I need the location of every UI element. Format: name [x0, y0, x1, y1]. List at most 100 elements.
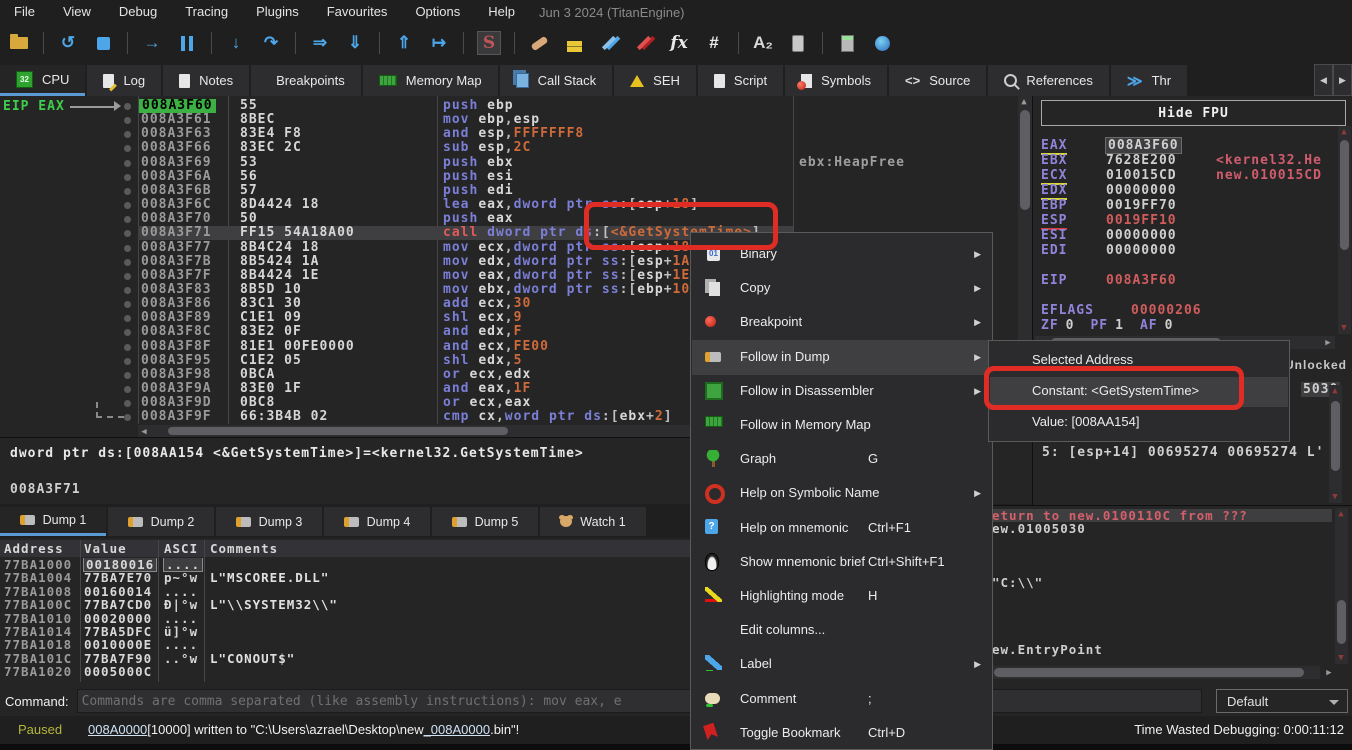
- disasm-row[interactable]: 008A3F6683EC 2Csub esp,2C: [0, 141, 1018, 155]
- disasm-row[interactable]: 008A3F618BECmov ebp,esp: [0, 113, 1018, 127]
- menu-item-follow-in-dump[interactable]: Follow in Dump▶: [692, 340, 991, 375]
- registers-panel[interactable]: Hide FPU EAX008A3F60EBX7628E200<kernel32…: [1032, 96, 1352, 353]
- tab-dump-1[interactable]: Dump 1: [0, 507, 106, 536]
- tab-symbols[interactable]: Symbols: [785, 65, 887, 96]
- menu-item-follow-in-disassembler[interactable]: Follow in Disassembler▶: [692, 374, 991, 409]
- register-value[interactable]: 00000206: [1131, 303, 1202, 318]
- breakpoint-dot[interactable]: [124, 259, 131, 266]
- tab-dump-4[interactable]: Dump 4: [324, 507, 430, 536]
- pencil-red-icon[interactable]: [633, 31, 655, 55]
- menu-options[interactable]: Options: [401, 0, 474, 24]
- register-row-ebp[interactable]: EBP0019FF70: [1033, 198, 1352, 213]
- disasm-row[interactable]: 008A3F6B57push edi: [0, 184, 1018, 198]
- open-file-icon[interactable]: [8, 31, 30, 55]
- stack-row[interactable]: [990, 616, 1332, 629]
- profile-dropdown[interactable]: Default: [1216, 689, 1348, 713]
- register-row-ecx[interactable]: ECX010015CDnew.010015CD: [1033, 168, 1352, 183]
- flag-value[interactable]: 0: [1165, 318, 1174, 333]
- menu-item-label[interactable]: Label▶: [692, 647, 991, 682]
- breakpoint-dot[interactable]: [124, 145, 131, 152]
- preferences-icon[interactable]: [563, 31, 585, 55]
- registers-vscrollbar[interactable]: ▲ ▼: [1338, 126, 1351, 334]
- register-value[interactable]: 0019FF10: [1106, 213, 1177, 228]
- breakpoint-dot[interactable]: [124, 131, 131, 138]
- breakpoint-dot[interactable]: [124, 358, 131, 365]
- tab-call-stack[interactable]: Call Stack: [500, 65, 613, 96]
- tab-watch-1[interactable]: Watch 1: [540, 507, 646, 536]
- register-row-eax[interactable]: EAX008A3F60: [1033, 138, 1352, 153]
- stack-row[interactable]: "C:\\": [990, 576, 1332, 589]
- disasm-row[interactable]: 008A3F6383E4 F8and esp,FFFFFFF8: [0, 127, 1018, 141]
- tab-thr[interactable]: ≫Thr: [1111, 65, 1187, 96]
- pencil-blue-icon[interactable]: [598, 31, 620, 55]
- menu-help[interactable]: Help: [474, 0, 529, 24]
- register-value[interactable]: 7628E200: [1106, 153, 1177, 168]
- address-link[interactable]: _008A0000: [424, 722, 491, 737]
- breakpoint-dot[interactable]: [124, 188, 131, 195]
- disasm-row[interactable]: 008A3F7050push eax: [0, 212, 1018, 226]
- menu-item-breakpoint[interactable]: Breakpoint▶: [692, 305, 991, 340]
- register-row-esp[interactable]: ESP0019FF10: [1033, 213, 1352, 228]
- tab-script[interactable]: Script: [698, 65, 783, 96]
- pause-icon[interactable]: [176, 31, 198, 55]
- register-value[interactable]: 008A3F60: [1106, 273, 1177, 288]
- stack-row[interactable]: [990, 589, 1332, 602]
- menu-file[interactable]: File: [0, 0, 49, 24]
- stack-row[interactable]: [990, 603, 1332, 616]
- register-value[interactable]: 00000000: [1106, 183, 1177, 198]
- breakpoint-dot[interactable]: [124, 400, 131, 407]
- disasm-row[interactable]: 008A3F6055push ebp: [0, 99, 1018, 113]
- address-link[interactable]: 008A0000: [88, 722, 147, 737]
- restart-icon[interactable]: ↺: [57, 31, 79, 55]
- step-out-icon[interactable]: ⇑: [393, 31, 415, 55]
- menu-item-edit-columns-[interactable]: Edit columns...: [692, 613, 991, 648]
- register-row-edi[interactable]: EDI00000000: [1033, 243, 1352, 258]
- register-value[interactable]: 008A3F60: [1106, 138, 1181, 153]
- run-to-cursor-icon[interactable]: ⇒: [309, 31, 331, 55]
- run-to-user-code-icon[interactable]: ↦: [428, 31, 450, 55]
- hide-fpu-button[interactable]: Hide FPU: [1041, 100, 1346, 126]
- register-row-eip[interactable]: EIP008A3F60: [1033, 273, 1352, 288]
- menu-plugins[interactable]: Plugins: [242, 0, 313, 24]
- breakpoint-dot[interactable]: [124, 230, 131, 237]
- menu-item-follow-in-memory-map[interactable]: Follow in Memory Map: [692, 408, 991, 443]
- stack-row[interactable]: eturn to new.0100110C from ???: [990, 509, 1332, 522]
- menu-item-highlighting-mode[interactable]: Highlighting modeH: [692, 579, 991, 614]
- stack-row[interactable]: ew.EntryPoint: [990, 643, 1332, 656]
- step-over-icon[interactable]: ↷: [260, 31, 282, 55]
- menu-debug[interactable]: Debug: [105, 0, 171, 24]
- breakpoint-dot[interactable]: [124, 160, 131, 167]
- menu-item-copy[interactable]: Copy▶: [692, 271, 991, 306]
- stack-hscrollbar[interactable]: ▶: [992, 666, 1320, 679]
- tab-memory-map[interactable]: Memory Map: [363, 65, 498, 96]
- register-value[interactable]: 010015CD: [1106, 168, 1177, 183]
- tab-cpu[interactable]: 32CPU: [0, 65, 85, 96]
- disasm-row[interactable]: 008A3F6C8D4424 18lea eax,dword ptr ss:[e…: [0, 198, 1018, 212]
- menu-view[interactable]: View: [49, 0, 105, 24]
- breakpoint-dot[interactable]: [124, 372, 131, 379]
- register-row-eflags[interactable]: EFLAGS00000206: [1033, 303, 1352, 318]
- breakpoint-dot[interactable]: [124, 245, 131, 252]
- menu-item-help-on-mnemonic[interactable]: ?Help on mnemonicCtrl+F1: [692, 511, 991, 546]
- tab-scroll-right-icon[interactable]: ▶: [1333, 64, 1352, 96]
- tab-dump-3[interactable]: Dump 3: [216, 507, 322, 536]
- assemble-fx-icon[interactable]: fx: [668, 31, 690, 55]
- stack-vscrollbar[interactable]: ▲ ▼: [1335, 508, 1348, 664]
- register-value[interactable]: 00000000: [1106, 228, 1177, 243]
- close-icon[interactable]: [92, 31, 114, 55]
- step-into-icon[interactable]: ↓: [225, 31, 247, 55]
- tab-scroll-left-icon[interactable]: ◀: [1314, 64, 1333, 96]
- breakpoint-dot[interactable]: [124, 202, 131, 209]
- modules-icon[interactable]: [787, 31, 809, 55]
- disasm-row[interactable]: 008A3F6A56push esi: [0, 170, 1018, 184]
- internet-icon[interactable]: [871, 31, 893, 55]
- calculator-icon[interactable]: [836, 31, 858, 55]
- breakpoint-dot[interactable]: [124, 329, 131, 336]
- tab-log[interactable]: Log: [87, 65, 161, 96]
- register-row-esi[interactable]: ESI00000000: [1033, 228, 1352, 243]
- tab-references[interactable]: References: [988, 65, 1108, 96]
- breakpoint-dot[interactable]: [124, 216, 131, 223]
- args-vscrollbar[interactable]: ▲ ▼: [1329, 385, 1342, 503]
- tab-breakpoints[interactable]: Breakpoints: [251, 65, 361, 96]
- flag-value[interactable]: 0: [1066, 318, 1075, 333]
